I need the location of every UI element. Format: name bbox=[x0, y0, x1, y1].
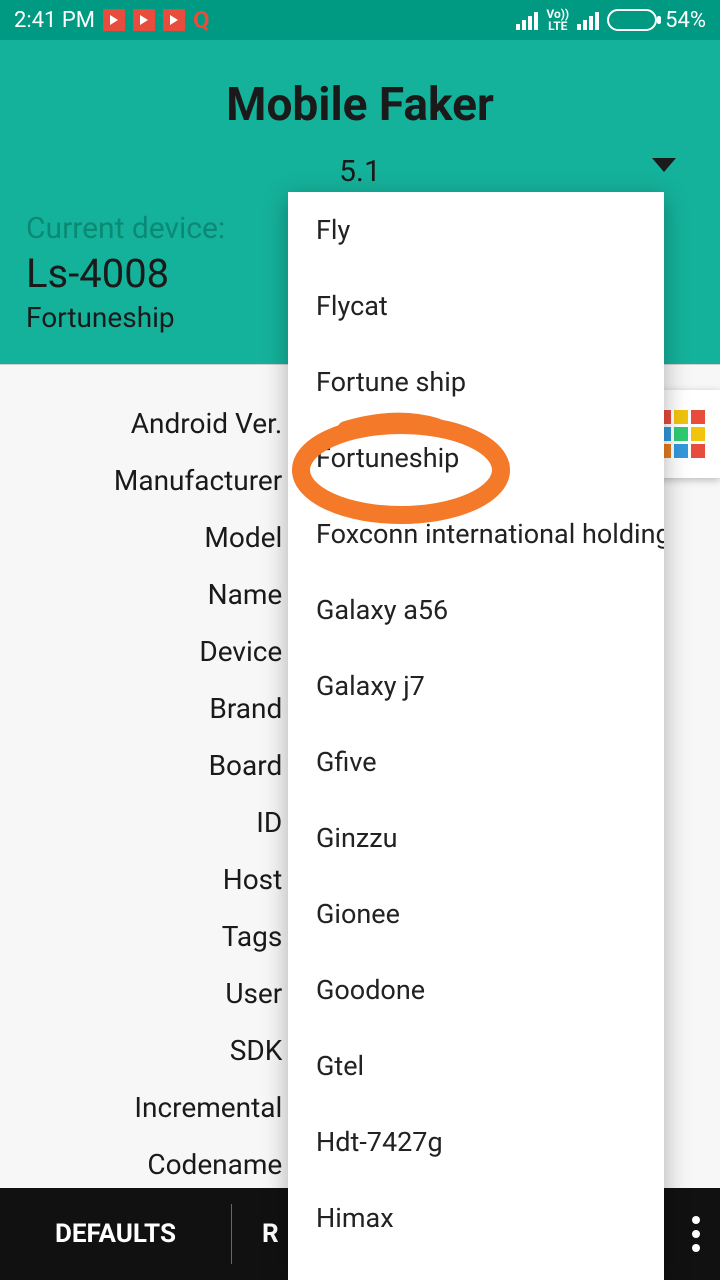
version-text: 5.1 bbox=[339, 154, 381, 189]
dropdown-item[interactable]: Galaxy a56 bbox=[288, 572, 664, 648]
tab-second[interactable]: R bbox=[232, 1219, 279, 1249]
field-label: Name : bbox=[0, 578, 296, 611]
field-label: ID : bbox=[0, 806, 296, 839]
notif-play-icon bbox=[163, 9, 185, 31]
dropdown-item[interactable]: Hipstreet bbox=[288, 1256, 664, 1280]
clock-text: 2:41 PM bbox=[14, 8, 95, 33]
field-label: Host : bbox=[0, 863, 296, 896]
dropdown-item[interactable]: Hdt-7427g bbox=[288, 1104, 664, 1180]
chevron-down-icon bbox=[652, 158, 676, 172]
dropdown-item[interactable]: Ginzzu bbox=[288, 800, 664, 876]
field-label: Brand : bbox=[0, 692, 296, 725]
dropdown-item[interactable]: Goodone bbox=[288, 952, 664, 1028]
app-title: Mobile Faker bbox=[0, 40, 720, 148]
dropdown-item[interactable]: Gfive bbox=[288, 724, 664, 800]
battery-text: 54% bbox=[665, 8, 706, 33]
dropdown-item[interactable]: Galaxy j7 bbox=[288, 648, 664, 724]
dropdown-item[interactable]: Foxconn international holdings bbox=[288, 496, 664, 572]
field-label: Tags : bbox=[0, 920, 296, 953]
field-label: User : bbox=[0, 977, 296, 1010]
dropdown-item[interactable]: Fly bbox=[288, 192, 664, 268]
dropdown-item-fortuneship[interactable]: Fortuneship bbox=[288, 420, 664, 496]
status-left: 2:41 PM Q bbox=[14, 6, 210, 34]
status-right: Vo))LTE 54% bbox=[516, 8, 706, 33]
field-label: Manufacturer : bbox=[0, 464, 296, 497]
notif-play-icon bbox=[133, 9, 155, 31]
field-label: Android Ver. : bbox=[0, 407, 296, 440]
field-label: SDK : bbox=[0, 1034, 296, 1067]
dropdown-item[interactable]: Fortune ship bbox=[288, 344, 664, 420]
tab-defaults[interactable]: DEFAULTS bbox=[0, 1204, 232, 1264]
dropdown-item[interactable]: Flycat bbox=[288, 268, 664, 344]
field-label: Model : bbox=[0, 521, 296, 554]
apps-grid-icon bbox=[657, 410, 705, 458]
dropdown-item[interactable]: Gtel bbox=[288, 1028, 664, 1104]
dropdown-item[interactable]: Gionee bbox=[288, 876, 664, 952]
signal-icon bbox=[516, 10, 538, 30]
signal-icon bbox=[577, 10, 599, 30]
volte-icon: Vo))LTE bbox=[546, 8, 569, 32]
notif-play-icon bbox=[103, 9, 125, 31]
field-label: Device : bbox=[0, 635, 296, 668]
manufacturer-dropdown-panel: Fly Flycat Fortune ship Fortuneship Foxc… bbox=[288, 192, 664, 1280]
more-menu-button[interactable] bbox=[692, 1188, 700, 1280]
field-label: Incremental : bbox=[0, 1091, 296, 1124]
quora-icon: Q bbox=[193, 6, 210, 34]
field-label: Codename : bbox=[0, 1148, 296, 1181]
status-bar: 2:41 PM Q Vo))LTE 54% bbox=[0, 0, 720, 40]
battery-icon bbox=[607, 9, 657, 31]
field-label: Board : bbox=[0, 749, 296, 782]
dropdown-item[interactable]: Himax bbox=[288, 1180, 664, 1256]
